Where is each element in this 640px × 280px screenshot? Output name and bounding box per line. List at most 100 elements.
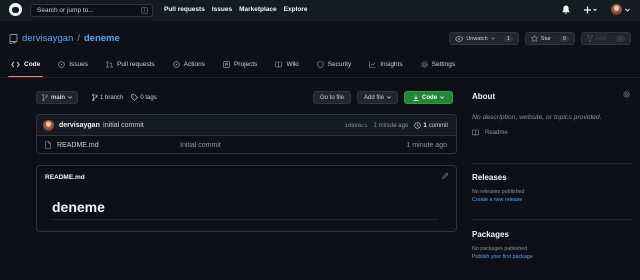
tab-wiki-label: Wiki	[286, 60, 299, 68]
tab-settings[interactable]: Settings	[421, 58, 456, 70]
file-name-link[interactable]: README.md	[57, 142, 99, 149]
repo-breadcrumb: dervisaygan / deneme	[9, 33, 120, 44]
tab-security-label: Security	[327, 60, 352, 68]
branch-name: main	[51, 94, 66, 101]
star-icon	[530, 35, 538, 42]
file-actions: Go to file Add file Code	[313, 91, 454, 104]
tab-pull-requests-label: Pull requests	[117, 60, 155, 68]
history-icon	[414, 122, 421, 129]
repo-name-link[interactable]: deneme	[84, 33, 120, 44]
file-browser: dervisaygan Initial commit 1d8b6c1 1 min…	[36, 114, 457, 154]
edit-pencil-icon[interactable]	[442, 172, 449, 179]
tab-security[interactable]: Security	[317, 58, 351, 70]
play-icon	[172, 60, 180, 68]
file-row[interactable]: README.md Initial commit 1 minute ago	[37, 136, 456, 154]
book-icon	[472, 129, 479, 136]
add-file-label: Add file	[364, 94, 385, 101]
tab-projects[interactable]: Projects	[223, 58, 257, 70]
tab-insights[interactable]: Insights	[369, 58, 403, 70]
pull-request-icon	[106, 60, 113, 68]
tab-issues[interactable]: Issues	[58, 58, 88, 70]
file-commit-time: 1 minute ago	[406, 141, 447, 149]
fork-count: 0	[615, 35, 625, 42]
tabs-divider	[0, 77, 640, 78]
tab-issues-label: Issues	[69, 60, 89, 68]
commits-label: commit	[428, 122, 448, 129]
watch-button[interactable]: Unwatch 1	[449, 32, 519, 45]
readme-panel: README.md deneme	[36, 165, 457, 232]
tab-insights-label: Insights	[380, 60, 403, 68]
watch-label: Unwatch	[466, 35, 488, 42]
releases-title[interactable]: Releases	[472, 173, 632, 182]
gear-icon	[421, 60, 428, 68]
search-shortcut-key: /	[141, 7, 148, 14]
packages-empty-text: No packages published	[472, 246, 528, 252]
tab-code-label: Code	[24, 60, 41, 68]
readme-heading-rule	[52, 219, 438, 220]
readme-filename: README.md	[45, 174, 85, 181]
nav-pull-requests[interactable]: Pull requests	[164, 6, 205, 13]
tab-actions-label: Actions	[183, 60, 205, 68]
tags-link[interactable]: 0 tags	[131, 94, 157, 101]
fork-label: Fork	[595, 35, 607, 42]
tab-actions[interactable]: Actions	[172, 58, 205, 70]
code-button[interactable]: Code	[404, 91, 454, 104]
publish-package-link[interactable]: Publish your first package	[472, 254, 632, 260]
commit-time: 1 minute ago	[373, 122, 409, 129]
user-menu[interactable]	[611, 4, 630, 15]
packages-section: Packages No packages published Publish y…	[472, 230, 632, 260]
commit-author[interactable]: dervisaygan	[59, 122, 100, 129]
branch-selector[interactable]: main	[36, 91, 79, 104]
about-title: About	[472, 92, 496, 101]
book-icon	[275, 61, 283, 68]
tab-pull-requests[interactable]: Pull requests	[106, 58, 155, 70]
branch-tag-info: 1 branch 0 tags	[92, 94, 157, 101]
avatar	[611, 4, 622, 15]
repo-tabs: Code Issues Pull requests Actions Projec…	[7, 58, 456, 78]
tab-wiki[interactable]: Wiki	[275, 58, 299, 70]
commit-author-avatar[interactable]	[43, 119, 54, 131]
star-count: 0	[559, 35, 569, 42]
tab-code[interactable]: Code	[7, 58, 44, 78]
watch-count: 1	[503, 35, 513, 42]
releases-section: Releases No releases published Create a …	[472, 173, 632, 203]
branches-link[interactable]: 1 branch	[92, 94, 123, 101]
chevron-down-icon	[68, 96, 72, 99]
commit-message[interactable]: Initial commit	[103, 122, 144, 129]
nav-explore[interactable]: Explore	[284, 6, 308, 13]
commits-count: 1	[423, 122, 427, 129]
search-input[interactable]: Search or jump to... /	[30, 4, 153, 17]
chevron-down-icon	[440, 96, 444, 99]
create-new-plus-icon[interactable]	[584, 6, 597, 14]
sidebar-divider	[472, 163, 632, 164]
nav-marketplace[interactable]: Marketplace	[239, 6, 277, 13]
repo-icon	[9, 33, 18, 44]
file-commit-message[interactable]: Initial commit	[180, 142, 221, 149]
readme-link[interactable]: Readme	[472, 129, 632, 136]
bell-icon[interactable]	[562, 5, 570, 14]
tab-settings-label: Settings	[431, 60, 456, 68]
tag-icon	[131, 94, 139, 101]
header-actions	[562, 4, 630, 15]
search-placeholder: Search or jump to...	[37, 7, 94, 14]
commits-history-link[interactable]: 1 commit	[414, 122, 448, 129]
repo-separator: /	[77, 33, 80, 44]
go-to-file-button[interactable]: Go to file	[313, 91, 352, 104]
sidebar-divider	[472, 219, 632, 220]
repo-owner-link[interactable]: dervisaygan	[22, 33, 73, 44]
star-button[interactable]: Star 0	[524, 32, 575, 45]
fork-button[interactable]: Fork 0	[580, 32, 631, 45]
packages-title[interactable]: Packages	[472, 230, 632, 239]
readme-heading: deneme	[52, 199, 105, 215]
gear-icon[interactable]	[623, 91, 630, 98]
tab-projects-label: Projects	[233, 60, 258, 68]
commit-sha[interactable]: 1d8b6c1	[345, 122, 368, 129]
create-release-link[interactable]: Create a new release	[472, 197, 632, 203]
code-button-label: Code	[422, 94, 438, 101]
add-file-button[interactable]: Add file	[357, 91, 399, 104]
global-header: Search or jump to... / Pull requests Iss…	[0, 0, 640, 21]
github-logo-icon[interactable]	[9, 3, 22, 16]
graph-icon	[369, 61, 376, 68]
branch-icon	[42, 94, 48, 101]
nav-issues[interactable]: Issues	[212, 6, 232, 13]
